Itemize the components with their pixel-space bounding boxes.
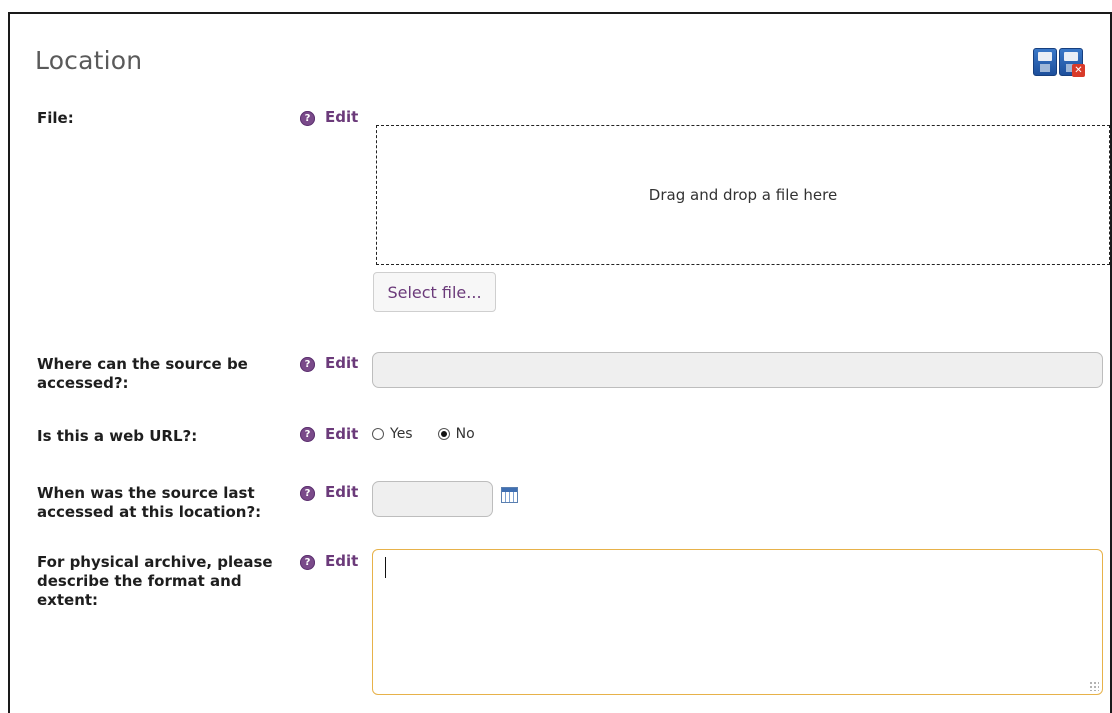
help-icon[interactable]: ?	[300, 357, 315, 372]
help-icon[interactable]: ?	[300, 486, 315, 501]
help-icon[interactable]: ?	[300, 427, 315, 442]
edit-link-last-accessed[interactable]: Edit	[325, 483, 358, 501]
help-icon[interactable]: ?	[300, 555, 315, 570]
radio-yes-label: Yes	[390, 426, 413, 442]
web-url-label: Is this a web URL?:	[37, 427, 198, 445]
calendar-icon[interactable]	[501, 487, 518, 503]
physical-archive-textarea[interactable]	[372, 549, 1103, 695]
radio-yes[interactable]	[372, 428, 384, 440]
last-accessed-date-input[interactable]	[372, 481, 493, 517]
access-location-label: Where can the source be accessed?:	[37, 355, 248, 392]
radio-no-label: No	[455, 426, 475, 442]
edit-link-access-location[interactable]: Edit	[325, 354, 358, 372]
toolbar: ✕	[1033, 48, 1085, 77]
help-icon[interactable]: ?	[300, 111, 315, 126]
physical-archive-label: For physical archive, please describe th…	[37, 553, 273, 609]
text-caret	[385, 557, 386, 578]
web-url-radio-group: Yes No	[372, 426, 500, 442]
file-dropzone[interactable]: Drag and drop a file here	[376, 125, 1110, 265]
dropzone-text: Drag and drop a file here	[648, 186, 838, 204]
select-file-button[interactable]: Select file...	[373, 272, 496, 312]
edit-link-file[interactable]: Edit	[325, 108, 358, 126]
radio-no[interactable]	[437, 428, 450, 440]
section-title: Location	[35, 46, 143, 75]
last-accessed-label: When was the source last accessed at thi…	[37, 484, 262, 521]
edit-link-web-url[interactable]: Edit	[325, 425, 358, 443]
edit-link-physical-archive[interactable]: Edit	[325, 552, 358, 570]
save-disk-icon[interactable]	[1033, 48, 1057, 76]
save-disk-cancel-icon[interactable]: ✕	[1059, 48, 1085, 77]
access-location-input[interactable]	[372, 352, 1103, 388]
resize-grip-icon[interactable]	[1089, 681, 1099, 691]
file-label: File:	[37, 109, 74, 127]
